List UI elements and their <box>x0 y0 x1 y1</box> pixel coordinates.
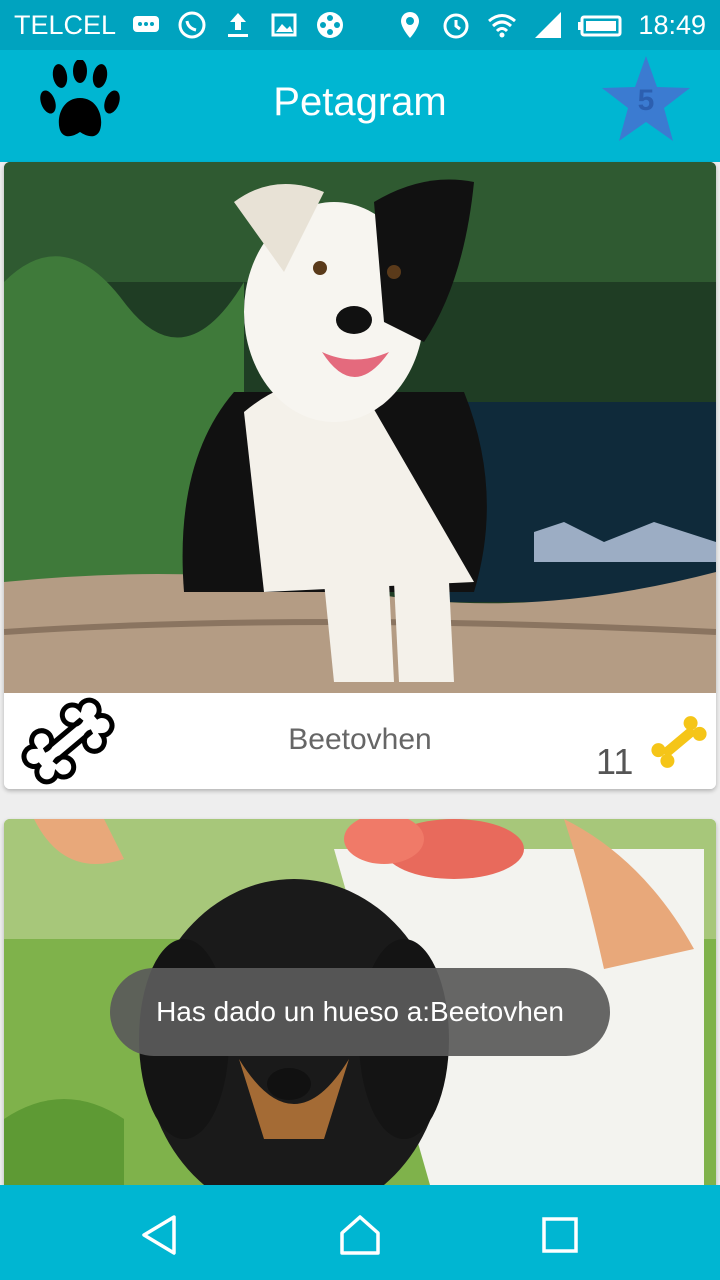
carrier-label: TELCEL <box>14 9 117 40</box>
alarm-icon <box>440 9 472 41</box>
recent-apps-icon[interactable] <box>538 1213 582 1257</box>
app-bar: Petagram 5 <box>0 50 720 162</box>
like-count: 11 <box>596 741 634 782</box>
image-icon <box>268 9 300 41</box>
pet-card-footer: Beetovhen 11 <box>4 693 716 789</box>
screen: TELCEL 18:49 Petagram 5 Beetovhen 11 Has… <box>0 0 720 1280</box>
signal-icon <box>532 9 564 41</box>
upload-icon <box>222 9 254 41</box>
border-collie-photo <box>4 162 716 693</box>
bone-gold-icon <box>651 716 707 768</box>
pet-card: Beetovhen 11 <box>4 162 716 789</box>
battery-icon <box>578 9 624 41</box>
location-icon <box>394 9 426 41</box>
favorites-count: 5 <box>637 84 655 117</box>
whatsapp-icon <box>176 9 208 41</box>
film-icon <box>314 9 346 41</box>
toast-message: Has dado un hueso a:Beetovhen <box>110 968 610 1056</box>
message-icon <box>130 9 162 41</box>
back-icon[interactable] <box>138 1213 182 1257</box>
wifi-icon <box>486 9 518 41</box>
clock: 18:49 <box>638 9 706 40</box>
status-bar: TELCEL 18:49 <box>0 0 720 50</box>
home-icon[interactable] <box>338 1213 382 1257</box>
nav-bar <box>0 1185 720 1280</box>
